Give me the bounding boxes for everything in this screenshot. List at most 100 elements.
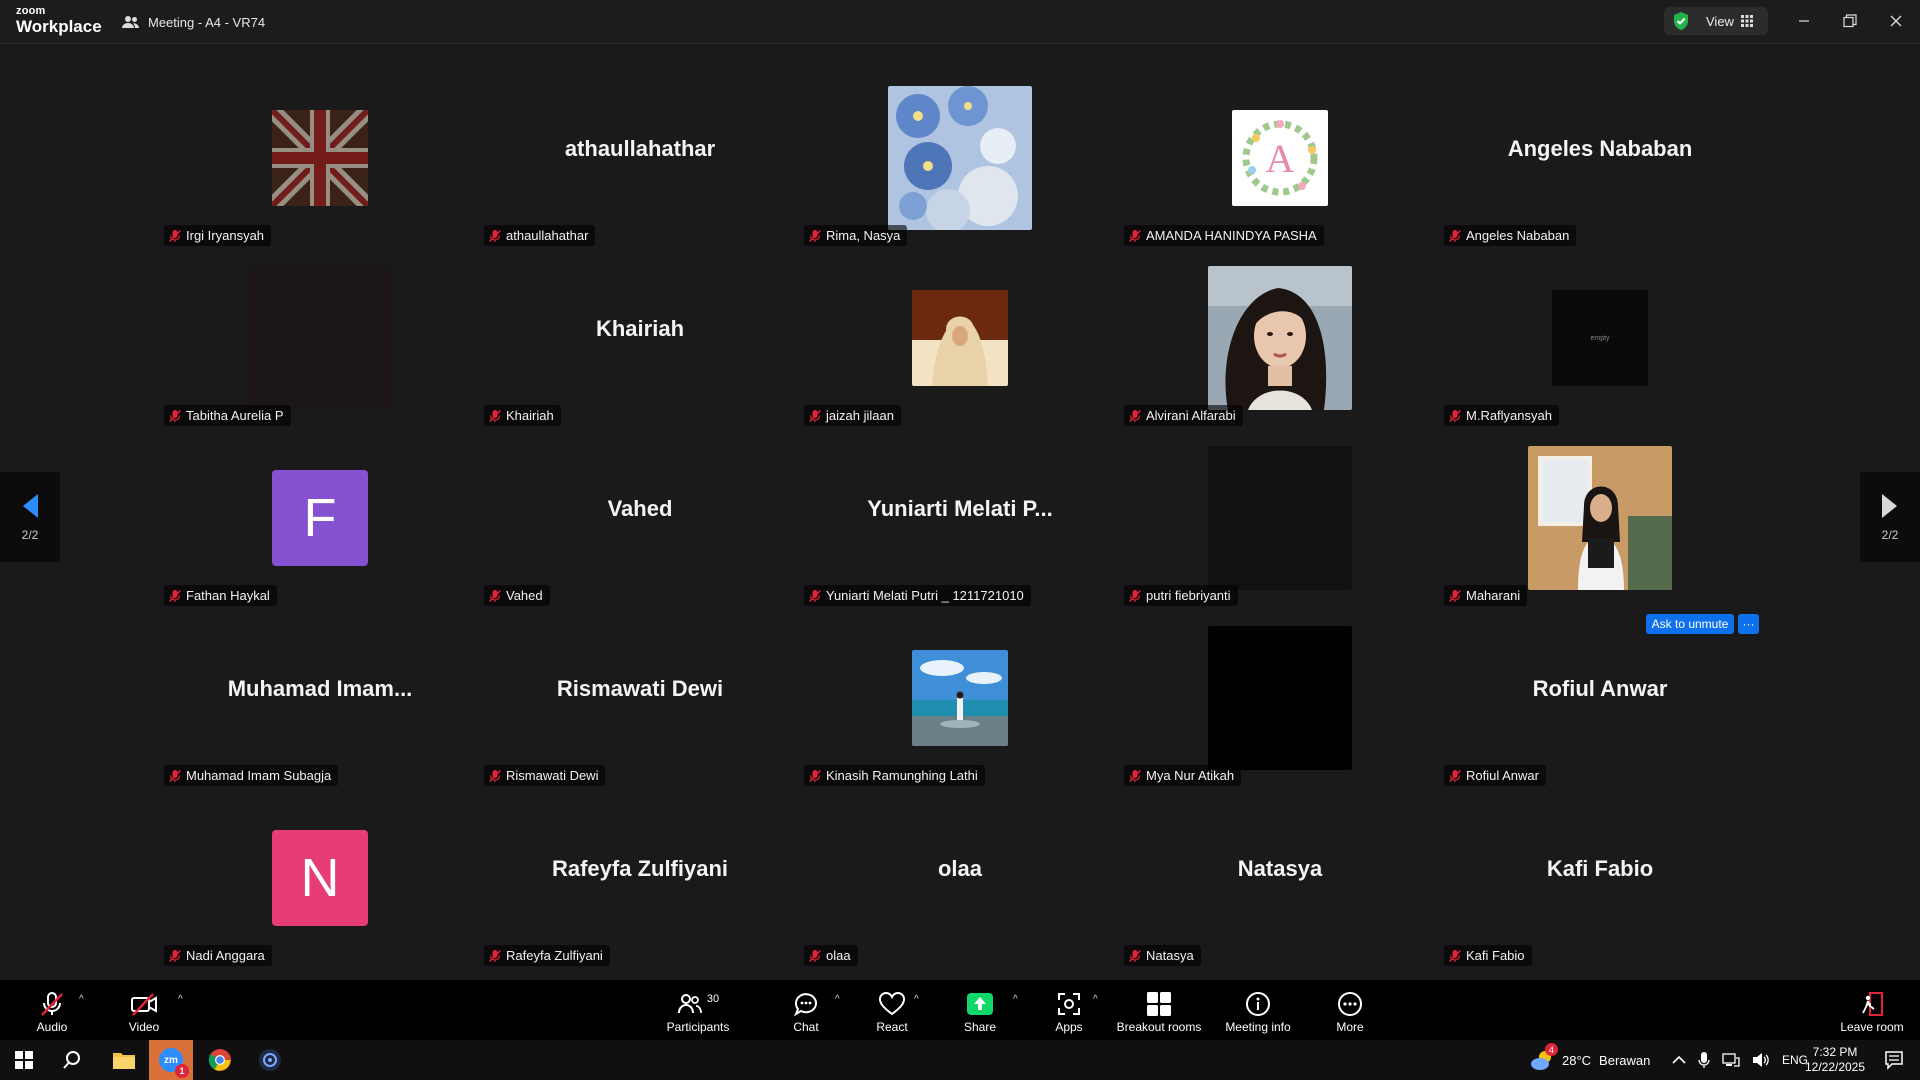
previous-page-button[interactable]: 2/2 bbox=[0, 472, 60, 562]
participant-tile[interactable]: Tabitha Aurelia P bbox=[160, 246, 480, 426]
share-button[interactable]: Share bbox=[950, 980, 1010, 1040]
participant-tile[interactable]: Natasya Natasya bbox=[1120, 786, 1440, 966]
audio-button[interactable]: Audio bbox=[22, 980, 82, 1040]
participant-display-name: Rafeyfa Zulfiyani bbox=[551, 856, 729, 881]
speaker-icon[interactable] bbox=[1752, 1052, 1770, 1068]
video-camera-off-icon bbox=[131, 993, 157, 1016]
participant-tile[interactable]: empty M.Raflyansyah bbox=[1440, 246, 1760, 426]
meeting-info-label: Meeting info bbox=[1225, 1020, 1291, 1034]
restore-button[interactable] bbox=[1836, 8, 1864, 34]
minimize-button[interactable] bbox=[1790, 8, 1818, 34]
ask-to-unmute-button[interactable]: Ask to unmute bbox=[1646, 614, 1734, 634]
participant-tile[interactable]: putri fiebriyanti bbox=[1120, 426, 1440, 606]
participant-tile[interactable]: Mya Nur Atikah bbox=[1120, 606, 1440, 786]
participant-tile[interactable]: Khairiah Khairiah bbox=[480, 246, 800, 426]
apps-options-caret-icon[interactable]: ^ bbox=[1093, 994, 1098, 1005]
participant-name-caption: Rima, Nasya bbox=[804, 225, 908, 246]
participant-name: Kinasih Ramunghing Lathi bbox=[826, 768, 978, 783]
participant-tile[interactable]: Alvirani Alfarabi bbox=[1120, 246, 1440, 426]
participant-display-name: Rofiul Anwar bbox=[1532, 676, 1668, 701]
chrome-taskbar-icon[interactable] bbox=[200, 1040, 240, 1080]
participant-name: Rismawati Dewi bbox=[506, 768, 599, 783]
participant-tile[interactable]: Muhamad Imam... Muhamad Imam Subagja bbox=[160, 606, 480, 786]
breakout-rooms-button[interactable]: Breakout rooms bbox=[1114, 980, 1204, 1040]
participant-name: Rima, Nasya bbox=[826, 228, 901, 243]
participant-tile[interactable]: Kafi Fabio Kafi Fabio bbox=[1440, 786, 1760, 966]
view-label: View bbox=[1706, 13, 1734, 29]
microphone-muted-icon bbox=[41, 992, 63, 1016]
tile-more-options-button[interactable]: ··· bbox=[1738, 614, 1759, 634]
muted-mic-icon bbox=[1129, 409, 1141, 422]
audio-options-caret-icon[interactable]: ^ bbox=[79, 994, 84, 1005]
participant-tile[interactable]: Maharani bbox=[1440, 426, 1760, 606]
zoom-taskbar-icon[interactable]: zm 1 bbox=[149, 1040, 193, 1080]
clock[interactable]: 7:32 PM 12/22/2025 bbox=[1800, 1040, 1870, 1080]
close-button[interactable] bbox=[1882, 8, 1910, 34]
microphone-icon[interactable] bbox=[1698, 1051, 1710, 1069]
participant-name-caption: putri fiebriyanti bbox=[1124, 585, 1238, 606]
participant-tile[interactable]: Vahed Vahed bbox=[480, 426, 800, 606]
participant-tile[interactable]: N Nadi Anggara bbox=[160, 786, 480, 966]
react-options-caret-icon[interactable]: ^ bbox=[914, 994, 919, 1005]
grid-view-icon bbox=[1740, 15, 1753, 27]
participant-tile[interactable]: A AMANDA HANINDYA PASHA bbox=[1120, 66, 1440, 246]
participant-name-caption: Kafi Fabio bbox=[1444, 945, 1532, 966]
start-button[interactable] bbox=[6, 1040, 42, 1080]
participant-name: Fathan Haykal bbox=[186, 588, 270, 603]
more-button[interactable]: More bbox=[1320, 980, 1380, 1040]
search-icon bbox=[63, 1051, 80, 1069]
participant-name-caption: Maharani bbox=[1444, 585, 1528, 606]
participant-tile[interactable]: Irgi Iryansyah bbox=[160, 66, 480, 246]
file-explorer-taskbar-icon[interactable] bbox=[104, 1040, 144, 1080]
participant-name: olaa bbox=[826, 948, 851, 963]
next-page-button[interactable]: 2/2 bbox=[1860, 472, 1920, 562]
participant-display-name: Vahed bbox=[607, 496, 673, 521]
notifications-button[interactable] bbox=[1874, 1040, 1914, 1080]
participant-tile[interactable]: F Fathan Haykal bbox=[160, 426, 480, 606]
search-button[interactable] bbox=[54, 1040, 90, 1080]
muted-mic-icon bbox=[169, 229, 181, 242]
chevron-right-icon bbox=[1882, 494, 1897, 518]
participant-tile[interactable]: Rismawati Dewi Rismawati Dewi bbox=[480, 606, 800, 786]
chat-button[interactable]: Chat bbox=[776, 980, 836, 1040]
weather-widget[interactable]: 4 28°C Berawan bbox=[1530, 1040, 1650, 1080]
participants-button[interactable]: 30 Participants bbox=[658, 980, 738, 1040]
video-options-caret-icon[interactable]: ^ bbox=[178, 994, 183, 1005]
camera-app-icon bbox=[259, 1049, 281, 1071]
leave-room-button[interactable]: Leave room bbox=[1836, 980, 1908, 1040]
participant-name: Kafi Fabio bbox=[1466, 948, 1525, 963]
avatar-image: A bbox=[1232, 110, 1328, 206]
muted-mic-icon bbox=[809, 229, 821, 242]
muted-mic-icon bbox=[489, 409, 501, 422]
encryption-shield-icon bbox=[1674, 12, 1688, 30]
avatar-image: empty bbox=[1552, 290, 1648, 386]
media-app-taskbar-icon[interactable] bbox=[250, 1040, 290, 1080]
participant-tile[interactable]: athaullahathar athaullahathar bbox=[480, 66, 800, 246]
avatar-letter: F bbox=[272, 470, 368, 566]
meeting-info-button[interactable]: Meeting info bbox=[1213, 980, 1303, 1040]
participant-tile[interactable]: Yuniarti Melati P... Yuniarti Melati Put… bbox=[800, 426, 1120, 606]
react-button[interactable]: React bbox=[862, 980, 922, 1040]
participant-tile[interactable]: jaizah jilaan bbox=[800, 246, 1120, 426]
participant-tile[interactable]: Angeles Nababan Angeles Nababan bbox=[1440, 66, 1760, 246]
participant-tile[interactable]: Rafeyfa Zulfiyani Rafeyfa Zulfiyani bbox=[480, 786, 800, 966]
video-button[interactable]: Video bbox=[114, 980, 174, 1040]
participant-tile[interactable]: Rima, Nasya bbox=[800, 66, 1120, 246]
svg-text:A: A bbox=[1266, 136, 1295, 181]
network-icon[interactable] bbox=[1722, 1052, 1740, 1068]
weather-cloud-icon: 4 bbox=[1530, 1043, 1558, 1071]
chat-options-caret-icon[interactable]: ^ bbox=[835, 994, 840, 1005]
apps-button[interactable]: Apps bbox=[1039, 980, 1099, 1040]
muted-mic-icon bbox=[809, 949, 821, 962]
meeting-title[interactable]: Meeting - A4 - VR74 bbox=[122, 12, 265, 32]
chevron-up-icon[interactable] bbox=[1672, 1055, 1686, 1065]
participant-tile[interactable]: olaa olaa bbox=[800, 786, 1120, 966]
zoom-workplace-logo: zoom Workplace bbox=[16, 6, 102, 36]
view-button[interactable]: View bbox=[1664, 7, 1768, 35]
meeting-toolbar: Audio ^ Video ^ 30 Participants Chat ^ R… bbox=[0, 980, 1920, 1040]
chevron-left-icon bbox=[23, 494, 38, 518]
participant-tile[interactable]: Kinasih Ramunghing Lathi bbox=[800, 606, 1120, 786]
participant-display-name: Rismawati Dewi bbox=[556, 676, 724, 701]
folder-icon bbox=[113, 1053, 135, 1069]
share-options-caret-icon[interactable]: ^ bbox=[1013, 994, 1018, 1005]
